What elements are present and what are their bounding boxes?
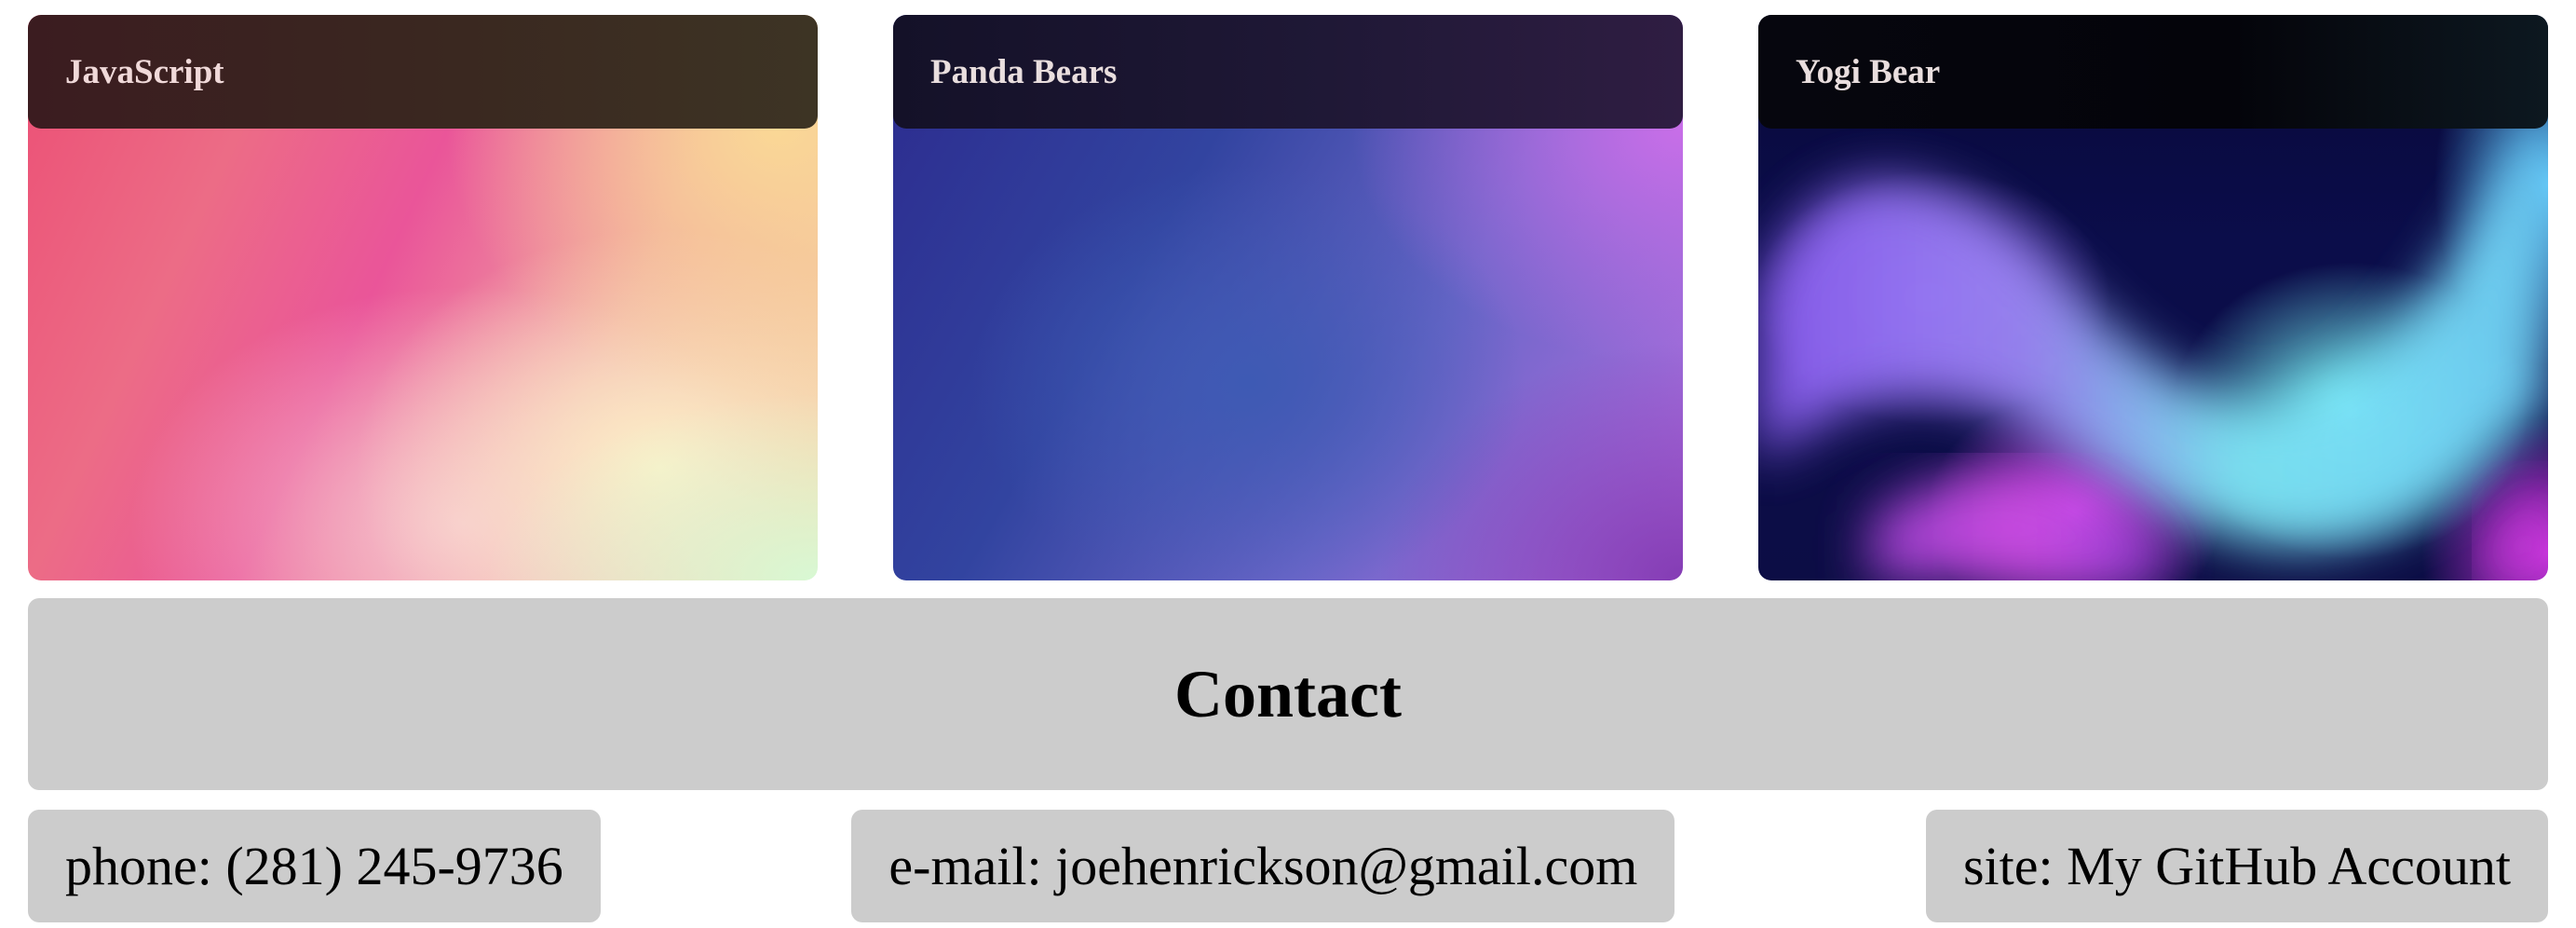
- card-header: Panda Bears: [893, 15, 1683, 129]
- project-card-yogi-bear[interactable]: Yogi Bear: [1758, 15, 2548, 580]
- card-title: Panda Bears: [930, 52, 1118, 91]
- email-contact[interactable]: e-mail: joehenrickson@gmail.com: [851, 810, 1675, 922]
- card-title: JavaScript: [65, 52, 224, 91]
- project-card-javascript[interactable]: JavaScript: [28, 15, 818, 580]
- card-header: JavaScript: [28, 15, 818, 129]
- site-label: site:: [1962, 836, 2054, 896]
- contact-heading: Contact: [1174, 656, 1402, 731]
- project-card-panda-bears[interactable]: Panda Bears: [893, 15, 1683, 580]
- phone-label: phone:: [65, 836, 212, 896]
- site-contact[interactable]: site: My GitHub Account: [1925, 810, 2548, 922]
- email-link[interactable]: joehenrickson@gmail.com: [1055, 835, 1637, 897]
- card-header: Yogi Bear: [1758, 15, 2548, 129]
- contact-banner: Contact: [28, 598, 2548, 790]
- phone-value: (281) 245-9736: [225, 836, 563, 896]
- contact-details: phone: (281) 245-9736 e-mail: joehenrick…: [28, 810, 2548, 922]
- phone-contact[interactable]: phone: (281) 245-9736: [28, 810, 601, 922]
- card-title: Yogi Bear: [1796, 52, 1941, 91]
- email-label: e-mail:: [888, 836, 1042, 896]
- github-link[interactable]: My GitHub Account: [2067, 835, 2511, 897]
- project-cards: JavaScript Panda Bears Yogi Bear: [28, 15, 2548, 580]
